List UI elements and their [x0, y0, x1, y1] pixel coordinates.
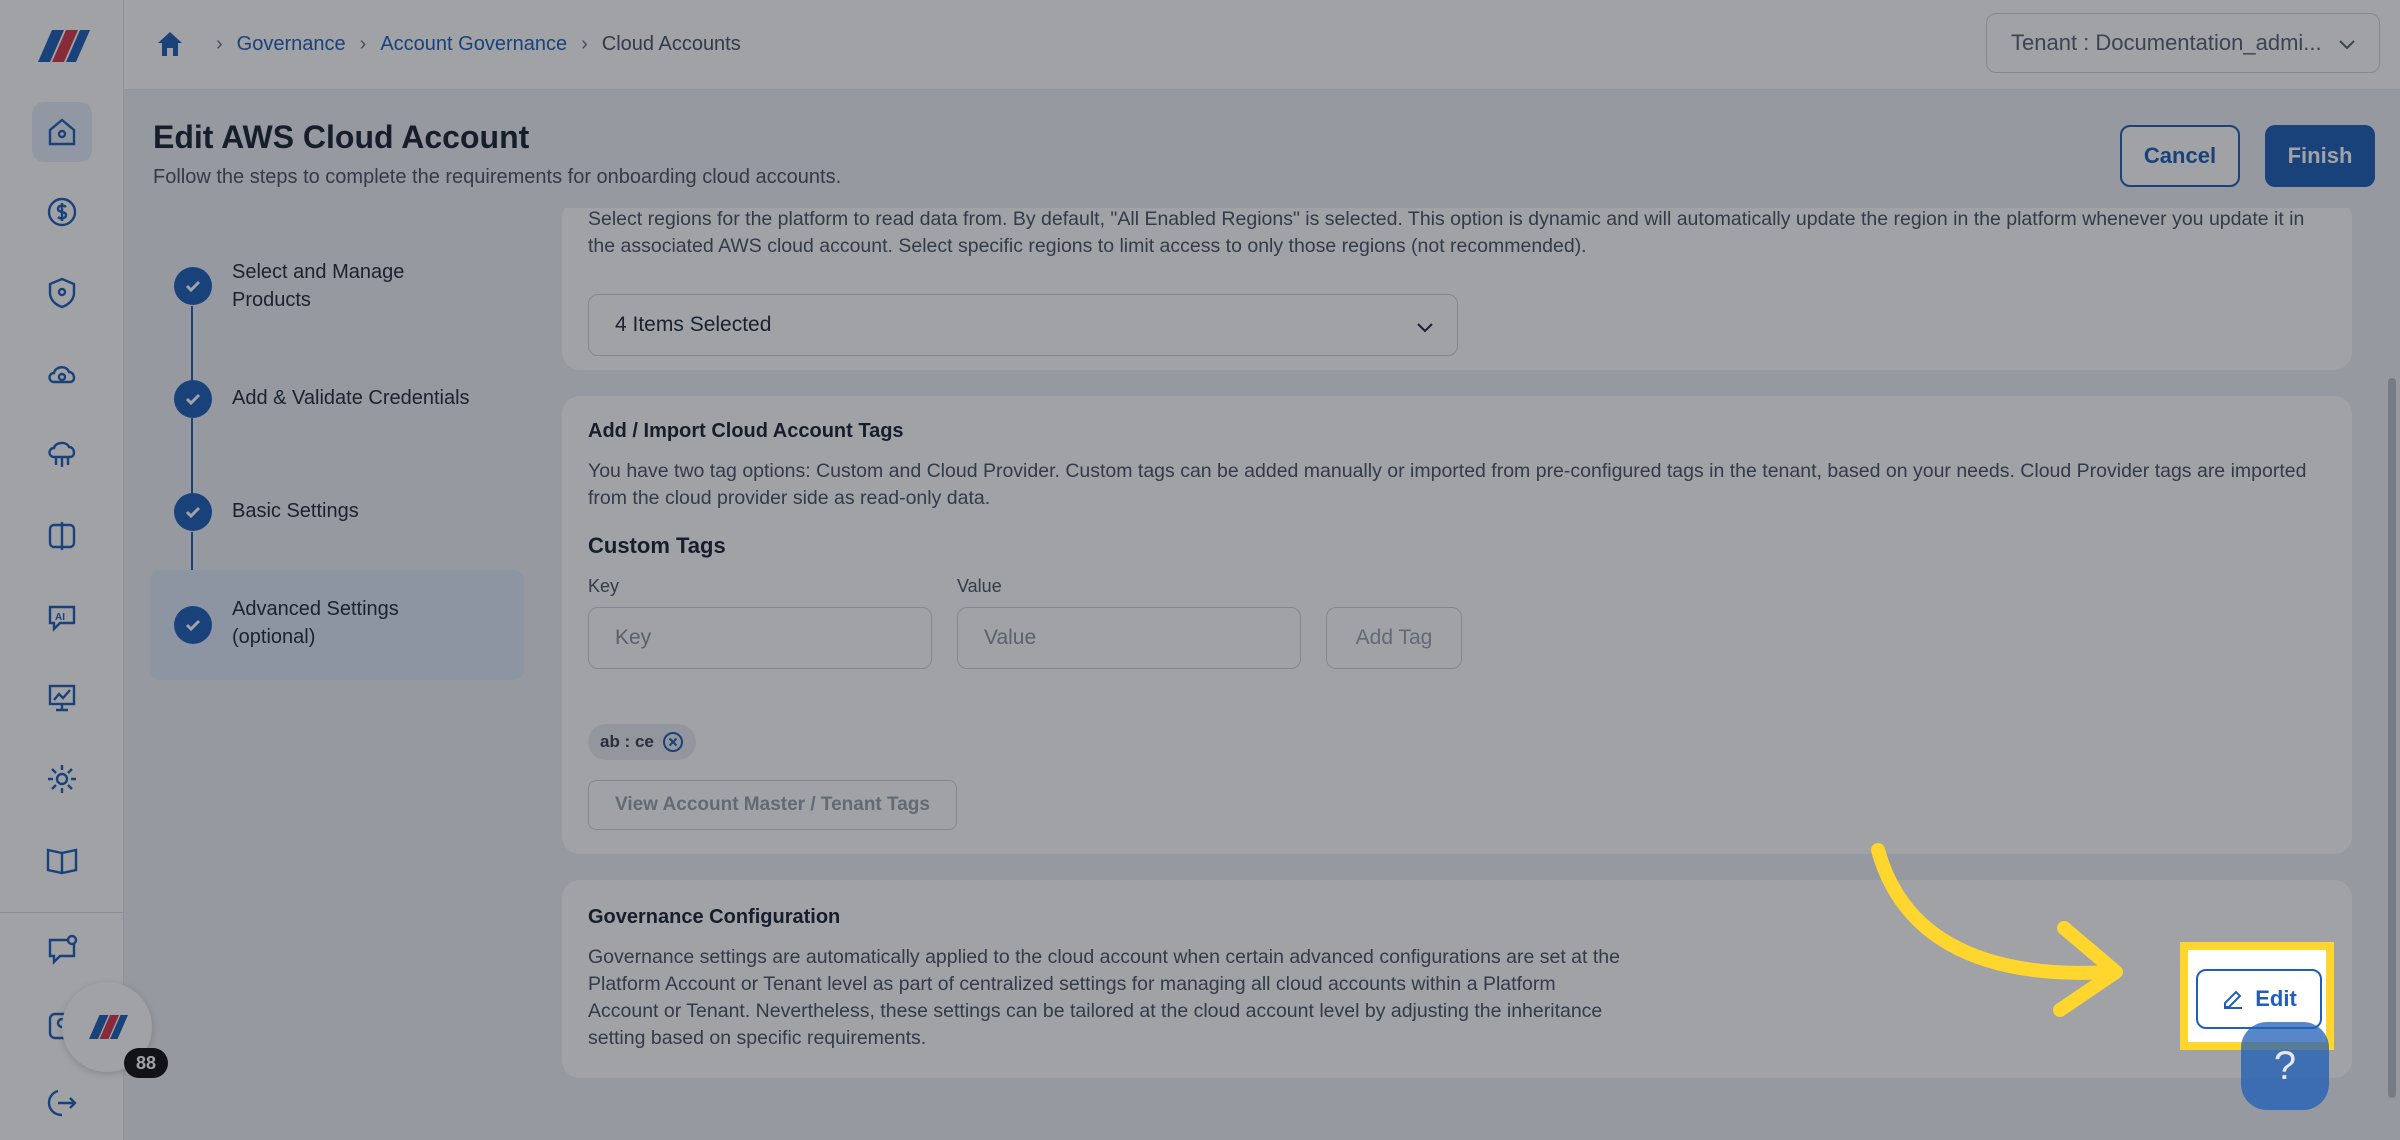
avatar-logo-icon [89, 1015, 128, 1039]
breadcrumb-account-governance[interactable]: Account Governance [380, 33, 567, 56]
page-scrollbar[interactable] [2388, 378, 2396, 1098]
tags-card-description: You have two tag options: Custom and Clo… [588, 460, 2307, 509]
tenant-select-value: Tenant : Documentation_admi... [2011, 30, 2322, 55]
tag-chip-label: ab : ce [600, 732, 654, 751]
compare-nav-icon[interactable] [32, 506, 92, 566]
regions-dropdown-value: 4 Items Selected [615, 313, 772, 336]
chevron-down-icon [1417, 323, 1433, 333]
breadcrumb-governance[interactable]: Governance [237, 33, 346, 56]
value-label: Value [957, 576, 1002, 596]
step-connector [191, 306, 193, 382]
tags-card: Add / Import Cloud Account Tags You have… [562, 396, 2352, 854]
notification-badge: 88 [124, 1048, 168, 1078]
cloud-network-nav-icon[interactable] [32, 425, 92, 485]
sidebar: AI [0, 0, 124, 1140]
step-select-products[interactable]: Select and Manage Products [150, 255, 524, 315]
pencil-icon [2224, 990, 2243, 1009]
chevron-down-icon [2339, 40, 2355, 50]
regions-card: Select regions for the platform to read … [562, 200, 2352, 370]
sidebar-divider [0, 912, 124, 913]
breadcrumb: › Governance › Account Governance › Clou… [154, 28, 741, 60]
breadcrumb-cloud-accounts: Cloud Accounts [601, 32, 741, 55]
regions-description: Select regions for the platform to read … [588, 208, 2305, 257]
settings-nav-icon[interactable] [32, 749, 92, 809]
governance-card-description: Governance settings are automatically ap… [588, 946, 1620, 1049]
reports-nav-icon[interactable] [32, 668, 92, 728]
check-icon [174, 380, 212, 418]
remove-tag-icon[interactable] [662, 731, 684, 753]
finish-button[interactable]: Finish [2265, 125, 2375, 187]
edit-button-label: Edit [2255, 986, 2297, 1011]
tag-chip: ab : ce [588, 724, 696, 760]
tag-value-input[interactable] [957, 607, 1301, 669]
brand-logo[interactable] [30, 22, 94, 70]
key-label: Key [588, 576, 620, 596]
step-label: Basic Settings [232, 500, 359, 522]
docs-nav-icon[interactable] [32, 830, 92, 890]
chevron-right-icon: › [216, 32, 223, 55]
step-advanced-settings[interactable]: Advanced Settings (optional) [150, 570, 524, 680]
help-button[interactable]: ? [2241, 1022, 2329, 1110]
cloud-nav-icon[interactable] [32, 344, 92, 404]
edit-governance-button[interactable]: Edit [2196, 969, 2322, 1029]
home-nav-icon[interactable] [32, 102, 92, 162]
custom-tags-title: Custom Tags [588, 533, 726, 558]
chevron-right-icon: › [359, 32, 367, 55]
regions-dropdown[interactable]: 4 Items Selected [588, 294, 1458, 356]
tags-card-title: Add / Import Cloud Account Tags [588, 420, 904, 442]
check-icon [174, 267, 212, 305]
check-icon [174, 606, 212, 644]
add-tag-button[interactable]: Add Tag [1326, 607, 1462, 669]
svg-text:AI: AI [55, 612, 65, 623]
governance-card-title: Governance Configuration [588, 906, 841, 928]
scroll-mask [562, 190, 2352, 208]
page-subtitle: Follow the steps to complete the require… [153, 166, 842, 188]
cost-nav-icon[interactable] [32, 182, 92, 242]
page-title: Edit AWS Cloud Account [153, 119, 530, 155]
chevron-right-icon: › [581, 32, 588, 55]
top-bar: › Governance › Account Governance › Clou… [124, 0, 2400, 90]
step-credentials[interactable]: Add & Validate Credentials [150, 380, 524, 420]
tenant-select[interactable]: Tenant : Documentation_admi... [1986, 13, 2380, 73]
tag-key-input[interactable] [588, 607, 932, 669]
ai-assistant-nav-icon[interactable]: AI [32, 587, 92, 647]
view-tenant-tags-button[interactable]: View Account Master / Tenant Tags [588, 780, 957, 830]
step-label: Select and Manage Products [232, 261, 405, 311]
step-basic-settings[interactable]: Basic Settings [150, 493, 524, 533]
check-icon [174, 493, 212, 531]
cancel-button[interactable]: Cancel [2120, 125, 2240, 187]
security-nav-icon[interactable] [32, 263, 92, 323]
home-icon[interactable] [154, 28, 186, 60]
step-connector [191, 418, 193, 496]
step-label: Advanced Settings (optional) [232, 598, 399, 648]
logout-nav-icon[interactable] [32, 1073, 92, 1133]
step-label: Add & Validate Credentials [232, 387, 470, 409]
governance-card: Governance Configuration Governance sett… [562, 880, 2352, 1078]
support-chat-nav-icon[interactable] [32, 920, 92, 980]
